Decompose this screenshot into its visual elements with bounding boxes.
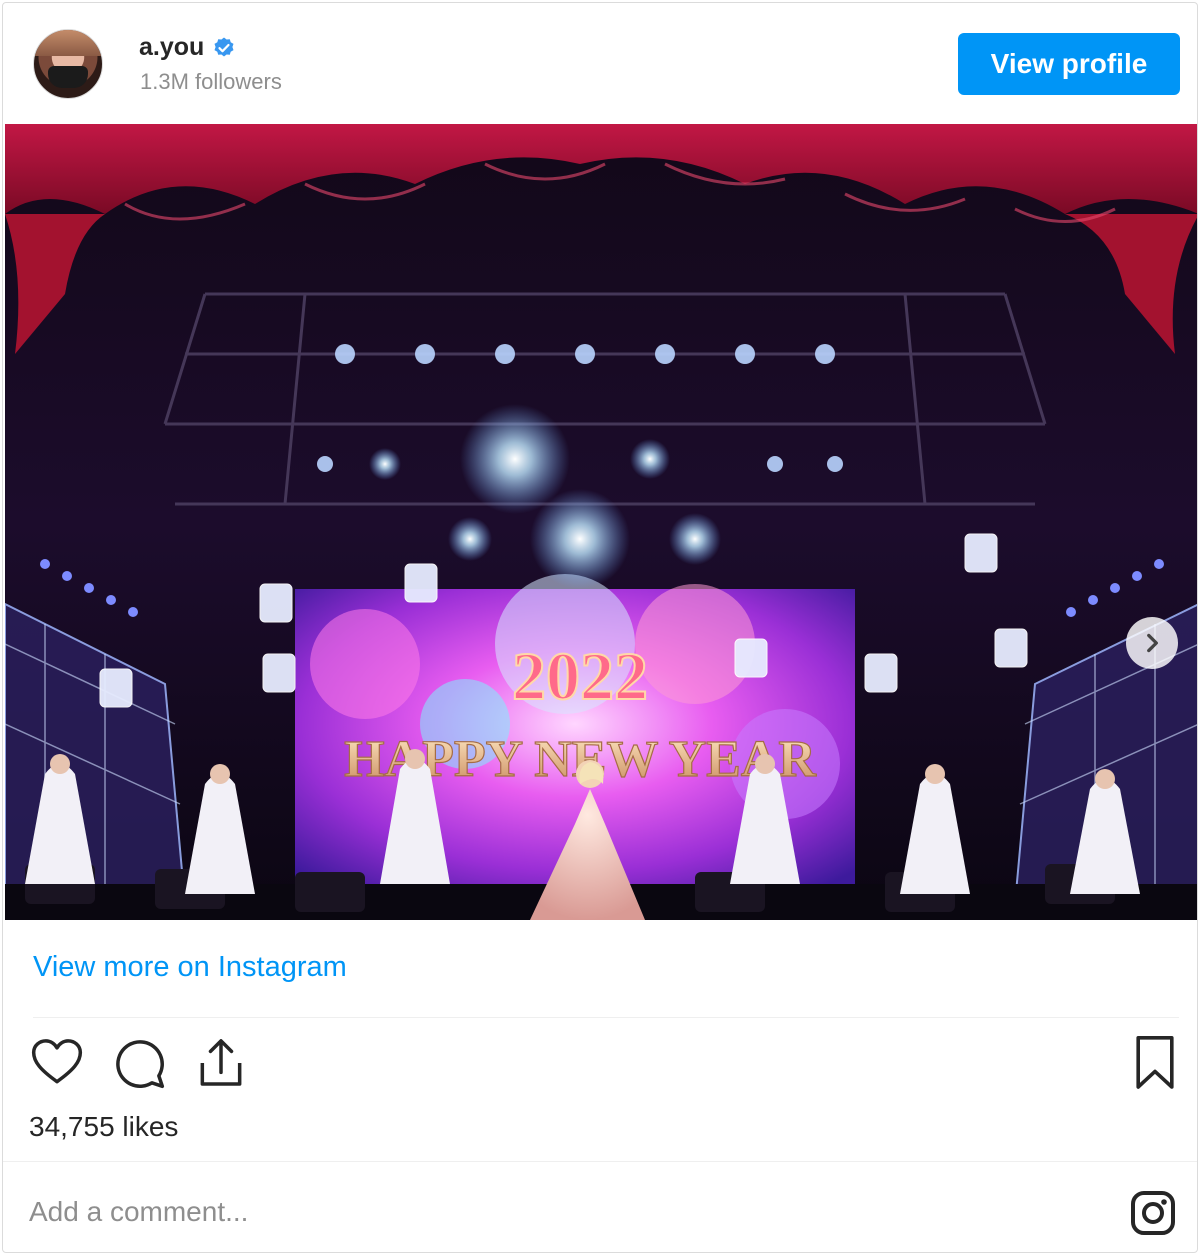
save-button[interactable] [1125, 1033, 1185, 1093]
follower-count: 1.3M followers [140, 69, 282, 94]
comment-button[interactable] [109, 1033, 169, 1093]
share-icon [200, 1039, 242, 1086]
view-profile-button[interactable]: View profile [958, 33, 1180, 95]
view-more-on-instagram-link[interactable]: View more on Instagram [33, 951, 347, 984]
chevron-right-icon [1147, 633, 1158, 653]
username-row: a.you [139, 33, 236, 62]
screen-year-text: 2022 [512, 638, 648, 714]
instagram-logo-button[interactable] [1127, 1187, 1179, 1239]
avatar[interactable] [33, 29, 103, 99]
verified-badge-icon [212, 36, 236, 60]
username[interactable]: a.you [139, 33, 204, 62]
post-header: a.you 1.3M followers View profile [3, 3, 1197, 123]
carousel-next-button[interactable] [1126, 617, 1178, 669]
instagram-icon [1131, 1191, 1175, 1235]
comment-icon [116, 1040, 165, 1089]
instagram-embed-card: a.you 1.3M followers View profile 2022 H… [2, 2, 1198, 1253]
post-actions [27, 1033, 251, 1093]
comment-input[interactable] [29, 1189, 1089, 1235]
share-button[interactable] [191, 1033, 251, 1093]
concert-stage-photo: 2022 HAPPY NEW YEAR [5, 124, 1197, 920]
bookmark-icon [1136, 1036, 1174, 1089]
heart-icon [31, 1039, 83, 1084]
avatar-hair [34, 30, 102, 56]
divider [3, 1161, 1197, 1162]
avatar-mask [48, 66, 88, 88]
like-count: 34,755 likes [29, 1111, 179, 1142]
divider [33, 1017, 1179, 1018]
post-image[interactable]: 2022 HAPPY NEW YEAR [5, 124, 1197, 920]
like-button[interactable] [27, 1033, 87, 1093]
